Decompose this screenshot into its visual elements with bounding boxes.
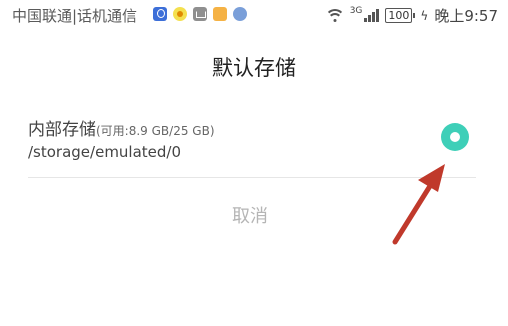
status-bar: 中国联通|话机通信 3G 100 ϟ 晚上9:57 xyxy=(0,0,508,30)
radio-selected-icon[interactable] xyxy=(441,123,469,151)
sun-app-icon xyxy=(173,7,187,21)
storage-option-path: /storage/emulated/0 xyxy=(28,143,182,161)
storage-option-name: 内部存储 xyxy=(28,120,96,140)
divider xyxy=(28,177,476,178)
mail-app-icon xyxy=(193,7,207,21)
cancel-button[interactable]: 取消 xyxy=(205,200,295,234)
bulb-app-icon xyxy=(153,7,167,21)
clock: 晚上9:57 xyxy=(434,7,498,25)
dialog-title: 默认存储 xyxy=(212,56,296,80)
wifi-icon xyxy=(324,8,345,23)
storage-option-internal[interactable]: 内部存储(可用:8.9 GB/25 GB) /storage/emulated/… xyxy=(28,115,478,167)
signal-icon xyxy=(364,9,380,22)
notification-icons xyxy=(153,7,247,21)
orange-app-icon xyxy=(213,7,227,21)
network-type-label: 3G xyxy=(349,5,363,16)
battery-icon: 100 xyxy=(385,8,416,23)
charging-icon: ϟ xyxy=(420,8,429,23)
storage-option-capacity: (可用:8.9 GB/25 GB) xyxy=(96,124,215,138)
carrier-label: 中国联通|话机通信 xyxy=(12,7,138,25)
globe-app-icon xyxy=(233,7,247,21)
battery-level: 100 xyxy=(388,9,410,22)
status-indicators: 3G 100 ϟ 晚上9:57 xyxy=(324,5,498,26)
